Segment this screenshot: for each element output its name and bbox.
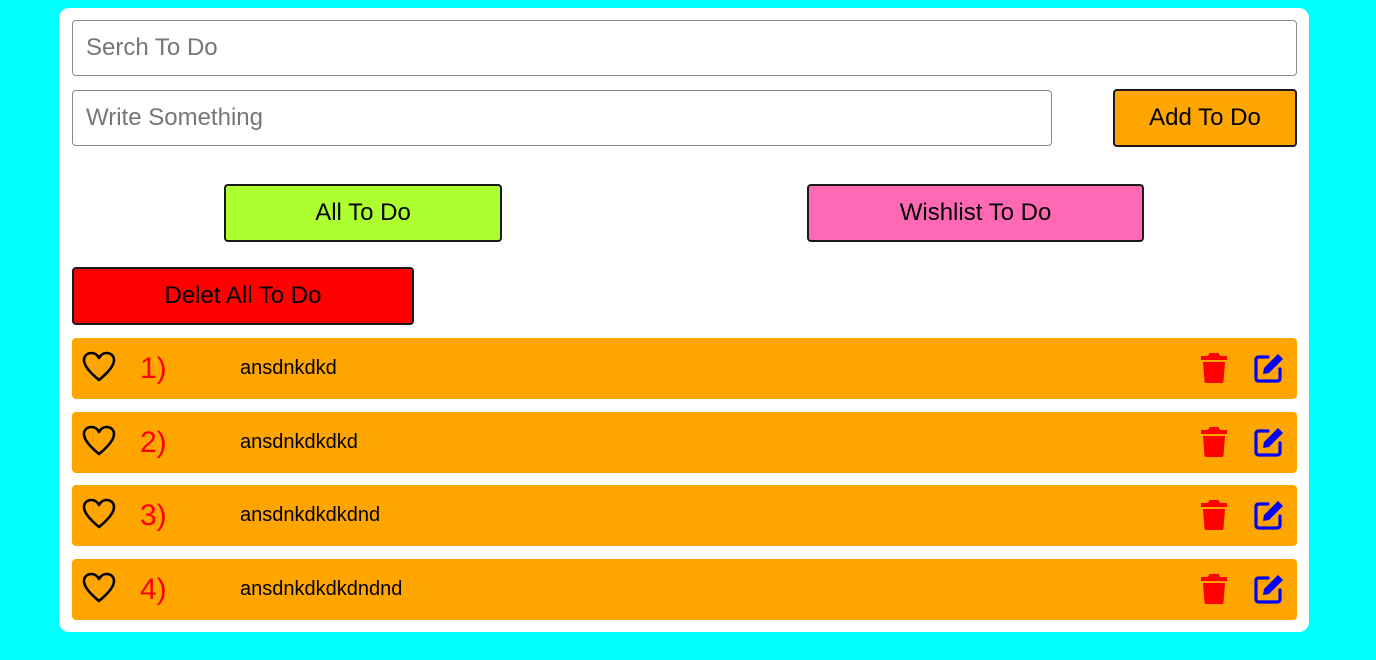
heart-outline-icon[interactable] (82, 572, 116, 604)
todo-number: 4) (140, 572, 167, 606)
todo-item: 3) ansdnkdkdkdnd (72, 485, 1297, 546)
todo-text: ansdnkdkdkdnd (240, 504, 381, 526)
edit-icon[interactable] (1253, 499, 1285, 531)
todo-text: ansdnkdkdkdndnd (240, 577, 403, 600)
todo-item: 4) ansdnkdkdkdndnd (72, 558, 1297, 620)
todo-number: 3) (140, 499, 167, 532)
new-todo-input[interactable] (72, 90, 1052, 146)
search-input[interactable] (72, 20, 1297, 76)
edit-icon[interactable] (1253, 426, 1285, 458)
heart-outline-icon[interactable] (82, 498, 116, 530)
trash-icon[interactable] (1200, 499, 1228, 531)
todo-item: 1) ansdnkdkd (72, 338, 1297, 399)
edit-icon[interactable] (1253, 352, 1285, 384)
all-todo-button[interactable]: All To Do (224, 184, 502, 242)
edit-icon[interactable] (1253, 573, 1285, 605)
add-todo-button[interactable]: Add To Do (1113, 89, 1297, 147)
todo-item: 2) ansdnkdkdkd (72, 411, 1297, 473)
todo-text: ansdnkdkd (240, 357, 337, 379)
todo-list: 1) ansdnkdkd 2) ansdnkdkdkd 3) ansdnkdkd… (72, 338, 1297, 632)
todo-number: 2) (140, 425, 167, 459)
todo-number: 1) (140, 352, 167, 385)
wishlist-todo-button[interactable]: Wishlist To Do (807, 184, 1144, 242)
todo-text: ansdnkdkdkd (240, 430, 358, 453)
trash-icon[interactable] (1200, 573, 1228, 605)
todo-card: Add To Do All To Do Wishlist To Do Delet… (59, 8, 1309, 632)
delete-all-button[interactable]: Delet All To Do (72, 267, 414, 325)
trash-icon[interactable] (1200, 352, 1228, 384)
heart-outline-icon[interactable] (82, 425, 116, 457)
trash-icon[interactable] (1200, 426, 1228, 458)
heart-outline-icon[interactable] (82, 351, 116, 383)
